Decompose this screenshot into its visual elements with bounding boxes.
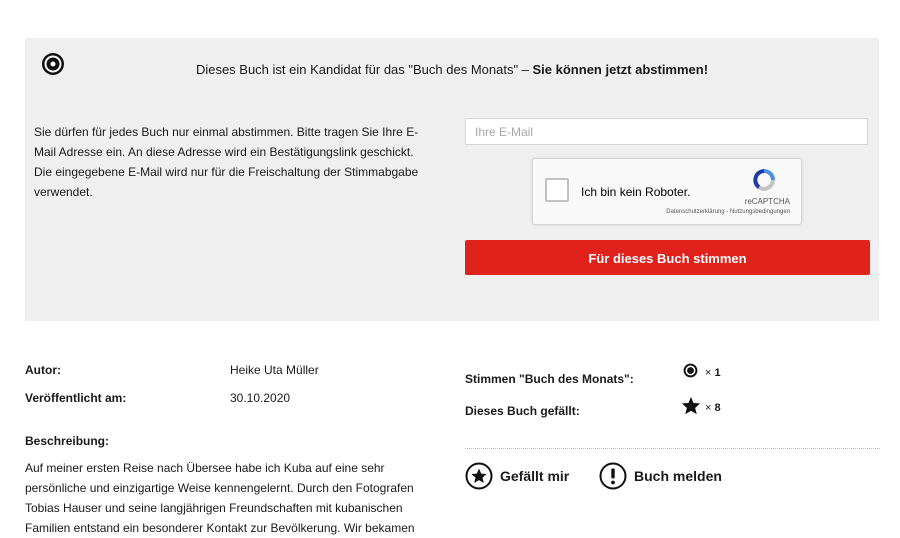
vote-button[interactable]: Für dieses Buch stimmen (465, 240, 870, 275)
recaptcha-terms-link[interactable]: Datenschutzerklärung - Nutzungsbedingung… (666, 209, 790, 215)
exclamation-circle-icon (599, 462, 627, 490)
likes-value: 8 (714, 402, 721, 414)
report-button[interactable]: Buch melden (599, 462, 722, 490)
votes-count: × 1 (705, 367, 721, 379)
vote-panel: Dieses Buch ist ein Kandidat für das "Bu… (25, 38, 879, 321)
published-label: Veröffentlicht am: (25, 391, 127, 405)
author-value: Heike Uta Müller (230, 363, 319, 377)
stats-divider (465, 448, 880, 449)
star-icon (681, 396, 701, 415)
headline-emphasis: Sie können jetzt abstimmen! (532, 62, 709, 77)
recaptcha-checkbox[interactable] (545, 178, 569, 202)
like-button[interactable]: Gefällt mir (465, 462, 569, 490)
star-circle-icon (465, 462, 493, 490)
recaptcha-brand: reCAPTCHA (744, 197, 790, 206)
votes-times: × (705, 367, 712, 379)
likes-label: Dieses Buch gefällt: (465, 404, 580, 418)
like-button-label: Gefällt mir (500, 468, 570, 484)
likes-count: × 8 (705, 402, 721, 414)
recaptcha-widget: Ich bin kein Roboter. reCAPTCHA Datensch… (532, 158, 802, 225)
votes-value: 1 (714, 367, 721, 379)
award-icon (683, 363, 698, 378)
book-description: Auf meiner ersten Reise nach Übersee hab… (25, 461, 415, 535)
email-field[interactable] (465, 118, 868, 145)
headline-text: Dieses Buch ist ein Kandidat für das "Bu… (195, 62, 533, 77)
vote-instructions: Sie dürfen für jedes Buch nur einmal abs… (34, 125, 419, 199)
report-button-label: Buch melden (634, 468, 722, 484)
vote-headline: Dieses Buch ist ein Kandidat für das "Bu… (25, 62, 879, 77)
likes-times: × (705, 402, 712, 414)
recaptcha-logo-icon (753, 169, 775, 191)
description-label: Beschreibung: (25, 434, 110, 448)
recaptcha-label: Ich bin kein Roboter. (581, 185, 691, 199)
published-value: 30.10.2020 (230, 391, 291, 405)
author-label: Autor: (25, 363, 61, 377)
votes-label: Stimmen "Buch des Monats": (465, 372, 634, 386)
